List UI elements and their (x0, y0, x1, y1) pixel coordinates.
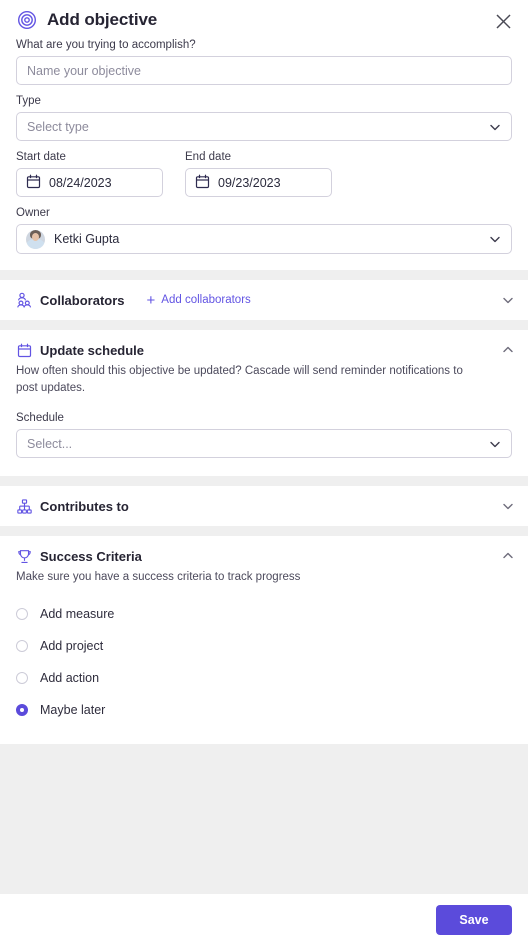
date-range-row: Start date 08/24/2023 End date 09/23/202… (16, 141, 512, 197)
success-criteria-chevron-up-icon[interactable] (501, 549, 515, 568)
calendar-icon (16, 342, 32, 358)
schedule-select[interactable]: Select... (16, 429, 512, 459)
radio-option-add-project[interactable]: Add project (16, 630, 512, 662)
schedule-placeholder: Select... (27, 436, 73, 451)
collaborators-title: Collaborators (40, 292, 125, 308)
update-schedule-chevron-up-icon[interactable] (501, 343, 515, 362)
section-contributes-to[interactable]: Contributes to (0, 486, 528, 527)
contributes-to-header[interactable]: Contributes to (16, 496, 512, 516)
radio-label: Add project (40, 639, 104, 654)
end-date-label: End date (185, 151, 232, 163)
page-title: Add objective (47, 10, 158, 29)
section-divider (0, 320, 528, 330)
success-criteria-header[interactable]: Success Criteria (16, 546, 512, 566)
section-divider (0, 526, 528, 537)
radio-option-add-measure[interactable]: Add measure (16, 598, 512, 630)
collaborators-chevron-down-icon[interactable] (501, 293, 515, 312)
start-date-input[interactable]: 08/24/2023 (16, 168, 163, 197)
dialog-header: Add objective (0, 0, 528, 35)
chevron-down-icon[interactable] (488, 120, 502, 134)
end-date-group: End date 09/23/2023 (185, 141, 332, 197)
objective-name-placeholder: Name your objective (27, 63, 141, 78)
add-collaborators-label: Add collaborators (161, 294, 251, 306)
update-schedule-title: Update schedule (40, 342, 145, 358)
add-collaborators-button[interactable]: + Add collaborators (147, 293, 251, 308)
calendar-icon (195, 174, 210, 192)
form-scroll-area[interactable]: Add objective What are you trying to acc… (0, 0, 528, 894)
end-date-value: 09/23/2023 (218, 175, 281, 190)
update-schedule-header[interactable]: Update schedule (16, 340, 512, 360)
radio-icon[interactable] (16, 672, 28, 685)
end-date-input[interactable]: 09/23/2023 (185, 168, 332, 197)
radio-label: Add measure (40, 607, 115, 622)
update-schedule-description: How often should this objective be updat… (16, 365, 463, 394)
header-card: Add objective What are you trying to acc… (0, 0, 528, 270)
radio-icon[interactable] (16, 640, 28, 653)
start-date-group: Start date 08/24/2023 (16, 141, 163, 197)
radio-icon[interactable] (16, 608, 28, 621)
close-icon[interactable] (490, 8, 516, 34)
hierarchy-icon (16, 498, 32, 514)
type-label: Type (16, 95, 41, 107)
add-objective-panel: Add objective What are you trying to acc… (0, 0, 528, 945)
objective-name-label: What are you trying to accomplish? (16, 39, 196, 51)
section-success-criteria[interactable]: Success Criteria Make sure you have a su… (0, 536, 528, 745)
objective-form: What are you trying to accomplish? Name … (0, 39, 528, 270)
section-collaborators[interactable]: Collaborators + Add collaborators (0, 280, 528, 320)
objective-name-input[interactable]: Name your objective (16, 56, 512, 85)
section-divider (0, 270, 528, 280)
dialog-footer: Save (0, 894, 528, 945)
chevron-down-icon[interactable] (488, 437, 502, 451)
radio-label: Add action (40, 671, 100, 686)
radio-option-maybe-later[interactable]: Maybe later (16, 694, 512, 726)
schedule-label: Schedule (16, 412, 64, 425)
avatar (26, 229, 45, 249)
people-icon (16, 292, 32, 308)
collaborators-header[interactable]: Collaborators + Add collaborators (16, 290, 512, 310)
owner-label: Owner (16, 207, 50, 219)
contributes-to-chevron-down-icon[interactable] (501, 499, 515, 518)
section-divider (0, 476, 528, 487)
save-button[interactable]: Save (436, 904, 512, 935)
type-select[interactable]: Select type (16, 112, 512, 141)
owner-select[interactable]: Ketki Gupta (16, 224, 512, 254)
radio-option-add-action[interactable]: Add action (16, 662, 512, 694)
chevron-down-icon[interactable] (488, 232, 502, 246)
type-placeholder: Select type (27, 119, 89, 134)
start-date-label: Start date (16, 151, 66, 163)
radio-label: Maybe later (40, 703, 106, 718)
contributes-to-title: Contributes to (40, 498, 129, 514)
owner-name: Ketki Gupta (54, 232, 120, 246)
trophy-icon (16, 548, 32, 564)
success-criteria-title: Success Criteria (40, 548, 142, 564)
section-update-schedule[interactable]: Update schedule How often should this ob… (0, 330, 528, 477)
calendar-icon (26, 174, 41, 192)
plus-icon: + (146, 291, 156, 309)
target-icon (16, 9, 38, 31)
success-criteria-description: Make sure you have a success criteria to… (16, 571, 301, 584)
radio-icon-selected[interactable] (16, 704, 28, 717)
start-date-value: 08/24/2023 (49, 175, 112, 190)
success-criteria-options: Add measure Add project Add action Maybe… (16, 598, 512, 726)
